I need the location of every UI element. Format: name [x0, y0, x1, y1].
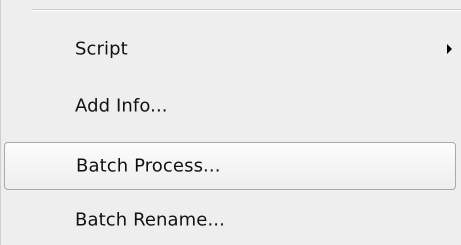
- menu-item-add-info[interactable]: Add Info...: [4, 84, 456, 128]
- menu-item-script[interactable]: Script: [4, 27, 456, 71]
- menu-item-label: Script: [75, 38, 128, 60]
- menu-item-batch-process[interactable]: Batch Process...: [4, 142, 456, 190]
- triangle-right-icon: [447, 44, 452, 54]
- context-menu: Script Add Info... Batch Process... Batc…: [0, 0, 461, 245]
- menu-separator-highlight: [32, 10, 461, 11]
- menu-item-batch-rename[interactable]: Batch Rename...: [4, 198, 456, 242]
- menu-item-label: Add Info...: [75, 95, 168, 117]
- menu-item-label: Batch Process...: [76, 155, 221, 177]
- menu-item-label: Batch Rename...: [75, 209, 225, 231]
- menu-left-border: [0, 0, 1, 245]
